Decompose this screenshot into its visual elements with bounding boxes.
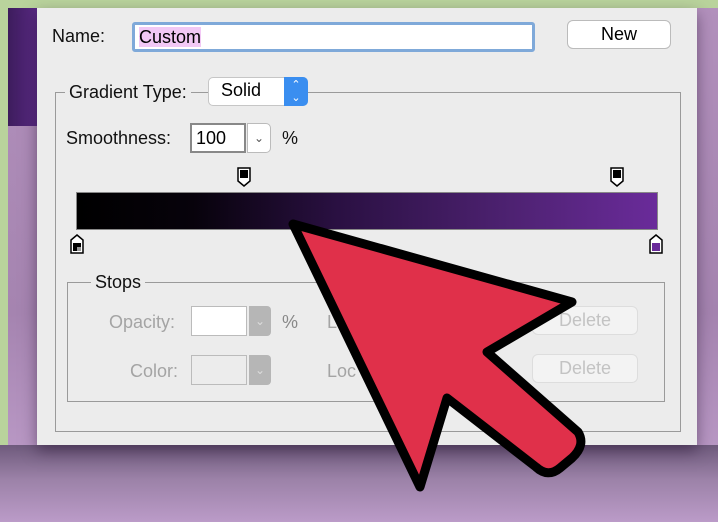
cursor-arrow-icon bbox=[288, 219, 586, 492]
